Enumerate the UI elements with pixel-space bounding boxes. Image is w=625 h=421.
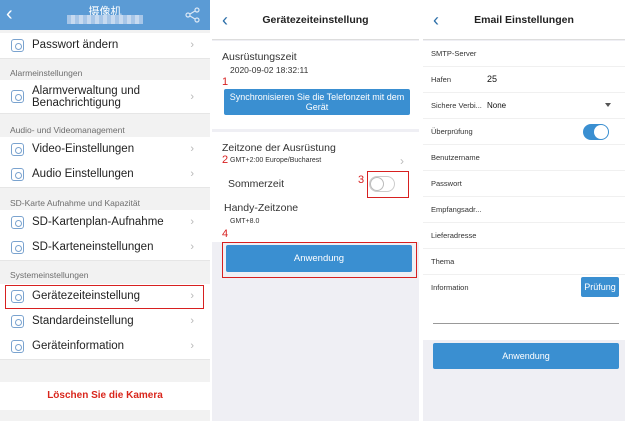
secure-connection-label: Sichere Verbi...	[431, 101, 482, 110]
information-field: Information Prüfung	[423, 275, 625, 301]
equipment-time-value: 2020-09-02 18:32:11	[230, 65, 309, 75]
device-time-header: ‹ Gerätezeiteinstellung	[212, 0, 419, 40]
toggle-knob	[594, 125, 608, 139]
camera-id-masked	[67, 15, 143, 24]
smtp-server-label: SMTP-Server	[431, 49, 477, 58]
record-icon	[11, 216, 24, 229]
marker-1: 1	[222, 76, 229, 88]
timezone-label: Zeitzone der Ausrüstung	[222, 142, 336, 154]
email-settings-header: ‹ Email Einstellungen	[423, 0, 625, 40]
dst-label: Sommerzeit	[228, 178, 285, 190]
section-av: Audio- und Videomanagement	[10, 125, 125, 135]
video-settings-item[interactable]: Video-Einstellungen ›	[0, 137, 210, 163]
page-title: Gerätezeiteinstellung	[262, 14, 369, 26]
chevron-right-icon: ›	[190, 241, 194, 253]
chevron-right-icon: ›	[190, 91, 194, 103]
marker-2: 2	[222, 154, 229, 166]
default-setting-label: Standardeinstellung	[32, 315, 134, 327]
recipient-field[interactable]: Empfangsadr...	[423, 197, 625, 223]
sd-card-settings-item[interactable]: SD-Karteneinstellungen ›	[0, 235, 210, 261]
username-field[interactable]: Benutzername	[423, 145, 625, 171]
lock-icon	[11, 39, 24, 52]
device-info-item[interactable]: Geräteinformation ›	[0, 334, 210, 360]
port-label: Hafen	[431, 75, 452, 84]
highlight-box	[5, 285, 204, 309]
video-icon	[11, 143, 24, 156]
marker-4: 4	[222, 228, 229, 240]
timezone-value[interactable]: GMT+2:00 Europe/Bucharest	[230, 157, 321, 164]
delivery-address-label: Lieferadresse	[431, 231, 477, 240]
delete-camera-label: Löschen Sie die Kamera	[47, 390, 163, 401]
port-value: 25	[487, 74, 498, 84]
chevron-right-icon: ›	[190, 168, 194, 180]
audio-settings-label: Audio Einstellungen	[32, 168, 134, 180]
speaker-icon	[11, 168, 24, 181]
share-icon[interactable]	[184, 6, 202, 24]
chevron-right-icon: ›	[190, 143, 194, 155]
phone-timezone-label: Handy-Zeitzone	[224, 202, 299, 214]
alarm-management-label: Alarmverwaltung und Benachrichtigung	[32, 85, 141, 109]
auth-label: Überprüfung	[431, 127, 473, 136]
chevron-right-icon: ›	[400, 154, 404, 168]
sd-recording-plan-item[interactable]: SD-Kartenplan-Aufnahme ›	[0, 210, 210, 236]
subject-label: Thema	[431, 257, 455, 266]
section-sd: SD-Karte Aufnahme und Kapazität	[10, 198, 140, 208]
info-icon	[11, 340, 24, 353]
equipment-time-label: Ausrüstungszeit	[222, 51, 297, 63]
camera-settings-header: ‹ 摄像机	[0, 0, 210, 30]
timezone-section: Zeitzone der Ausrüstung 2 GMT+2:00 Europ…	[212, 132, 419, 242]
email-settings-screen: ‹ Email Einstellungen SMTP-Server Hafen …	[423, 0, 625, 421]
password-field[interactable]: Passwort	[423, 171, 625, 197]
chevron-right-icon: ›	[190, 340, 194, 352]
alarm-management-item[interactable]: Alarmverwaltung und Benachrichtigung ›	[0, 80, 210, 114]
chevron-right-icon: ›	[190, 39, 194, 51]
dropdown-arrow-icon	[605, 103, 611, 107]
camera-settings-screen: ‹ 摄像机 Passwort ändern › Alarmeinstellung…	[0, 0, 210, 421]
chevron-right-icon: ›	[190, 216, 194, 228]
sd-card-icon	[11, 241, 24, 254]
device-time-screen: ‹ Gerätezeiteinstellung Ausrüstungszeit …	[212, 0, 419, 421]
information-label: Information	[431, 283, 469, 292]
reset-icon	[11, 315, 24, 328]
marker-3: 3	[358, 174, 365, 186]
sd-recording-plan-label: SD-Kartenplan-Aufnahme	[32, 216, 164, 228]
equipment-time-section: Ausrüstungszeit 2020-09-02 18:32:11 1 Sy…	[212, 41, 419, 129]
audio-settings-item[interactable]: Audio Einstellungen ›	[0, 162, 210, 188]
video-settings-label: Video-Einstellungen	[32, 143, 135, 155]
username-label: Benutzername	[431, 153, 480, 162]
auth-field: Überprüfung	[423, 119, 625, 145]
information-input-line[interactable]	[433, 323, 619, 324]
device-info-label: Geräteinformation	[32, 340, 125, 352]
email-form: SMTP-Server Hafen 25 Sichere Verbi... No…	[423, 41, 625, 340]
delivery-address-field[interactable]: Lieferadresse	[423, 223, 625, 249]
smtp-server-field[interactable]: SMTP-Server	[423, 41, 625, 67]
test-button[interactable]: Prüfung	[581, 277, 619, 297]
secure-connection-select[interactable]: Sichere Verbi... None	[423, 93, 625, 119]
alarm-icon	[11, 90, 24, 103]
change-password-item[interactable]: Passwort ändern ›	[0, 33, 210, 59]
phone-timezone-value: GMT+8.0	[230, 218, 260, 225]
secure-connection-value: None	[487, 101, 507, 110]
password-label: Passwort	[431, 179, 462, 188]
chevron-right-icon: ›	[190, 315, 194, 327]
change-password-label: Passwort ändern	[32, 39, 119, 51]
recipient-label: Empfangsadr...	[431, 205, 482, 214]
section-system: Systemeinstellungen	[10, 270, 89, 280]
default-setting-item[interactable]: Standardeinstellung ›	[0, 309, 210, 335]
auth-toggle[interactable]	[583, 124, 609, 140]
delete-camera-button[interactable]: Löschen Sie die Kamera	[0, 382, 210, 410]
sd-card-settings-label: SD-Karteneinstellungen	[32, 241, 154, 253]
sync-time-button[interactable]: Synchronisieren Sie die Telefonzeit mit …	[224, 89, 410, 115]
page-title: Email Einstellungen	[474, 14, 574, 26]
apply-button[interactable]: Anwendung	[226, 245, 412, 272]
section-alarm: Alarmeinstellungen	[10, 68, 83, 78]
highlight-box	[367, 171, 409, 198]
port-field[interactable]: Hafen 25	[423, 67, 625, 93]
subject-field[interactable]: Thema	[423, 249, 625, 275]
apply-button[interactable]: Anwendung	[433, 343, 619, 369]
